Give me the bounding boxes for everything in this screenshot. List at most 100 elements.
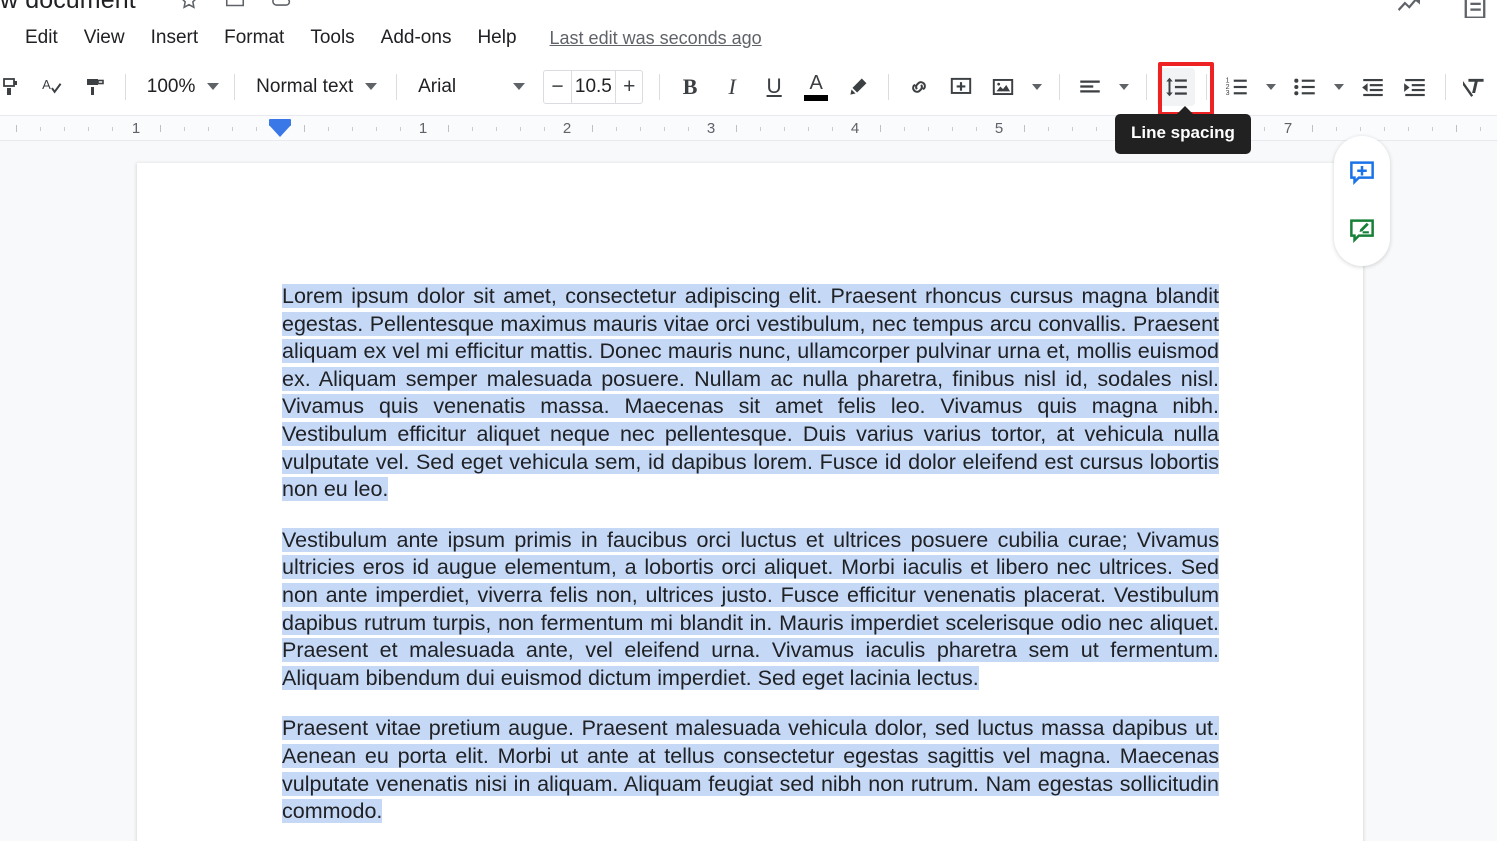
- menu-help[interactable]: Help: [464, 24, 529, 52]
- ruler-number: 4: [850, 120, 860, 137]
- line-spacing-button[interactable]: [1157, 67, 1196, 106]
- star-icon[interactable]: [178, 0, 200, 11]
- spellcheck-icon[interactable]: A: [34, 68, 72, 106]
- ruler-tick: [1048, 127, 1049, 131]
- ruler-tick: [808, 127, 809, 131]
- align-dropdown[interactable]: [1113, 68, 1135, 106]
- ruler-tick: [784, 127, 785, 131]
- ruler-tick: [40, 127, 41, 131]
- italic-label: I: [728, 73, 736, 99]
- bulleted-list-icon[interactable]: [1286, 68, 1324, 106]
- document-title[interactable]: w document: [0, 0, 136, 15]
- ruler-tick: [304, 125, 305, 132]
- ruler-tick: [1072, 127, 1073, 131]
- menu-add-ons[interactable]: Add-ons: [368, 24, 465, 52]
- toolbar-divider: [234, 73, 236, 100]
- horizontal-ruler[interactable]: 1 1 2 3 4 5 7: [0, 116, 1497, 141]
- increase-font-size-button[interactable]: +: [616, 71, 642, 103]
- paragraph-1-text: Lorem ipsum dolor sit amet, consectetur …: [282, 284, 1219, 502]
- paragraph-2[interactable]: Vestibulum ante ipsum primis in faucibus…: [282, 527, 1219, 693]
- ruler-number: 7: [1283, 120, 1293, 137]
- suggest-edit-bubble-icon[interactable]: [1344, 212, 1380, 248]
- ruler-tick: [1456, 125, 1457, 132]
- folder-move-icon[interactable]: [224, 0, 246, 11]
- align-left-icon[interactable]: [1071, 68, 1109, 106]
- font-size-input[interactable]: 10.5: [570, 70, 617, 103]
- ruler-tick: [448, 125, 449, 132]
- decrease-font-size-button[interactable]: −: [544, 71, 570, 103]
- title-icon-group: [178, 0, 292, 11]
- toolbar-divider: [1206, 73, 1208, 100]
- title-bar: w document: [0, 0, 1497, 18]
- toolbar-divider: [1445, 73, 1447, 100]
- toolbar-divider: [1145, 73, 1147, 100]
- zoom-selector[interactable]: 100%: [135, 68, 226, 106]
- underline-label: U: [766, 74, 782, 98]
- text-color-swatch: [804, 94, 829, 101]
- bold-button[interactable]: B: [671, 68, 709, 106]
- ruler-tick: [1312, 125, 1313, 132]
- ruler-number: 3: [706, 120, 716, 137]
- ruler-tick: [1336, 127, 1337, 131]
- clear-formatting-icon[interactable]: [1457, 68, 1495, 106]
- ruler-tick: [112, 127, 113, 131]
- decrease-indent-icon[interactable]: [1354, 68, 1392, 106]
- ruler-tick: [616, 127, 617, 131]
- font-family-selector[interactable]: Arial: [406, 68, 535, 106]
- ruler-number: 1: [131, 120, 141, 137]
- ruler-tick: [472, 127, 473, 131]
- document-page[interactable]: Lorem ipsum dolor sit amet, consectetur …: [137, 163, 1363, 841]
- menu-edit[interactable]: Edit: [12, 24, 71, 52]
- menu-view[interactable]: View: [71, 24, 138, 52]
- font-family-value: Arial: [418, 75, 457, 97]
- last-edit-status[interactable]: Last edit was seconds ago: [550, 28, 762, 49]
- numbered-list-dropdown[interactable]: [1260, 68, 1282, 106]
- highlight-pen-icon[interactable]: [839, 68, 877, 106]
- paragraph-style-selector[interactable]: Normal text: [244, 68, 387, 106]
- top-right-icon-group: [1395, 0, 1489, 18]
- ruler-tick: [544, 127, 545, 131]
- ruler-tick: [1408, 127, 1409, 131]
- ruler-number: 2: [562, 120, 572, 137]
- ruler-tick: [928, 127, 929, 131]
- ruler-tick: [640, 127, 641, 131]
- paint-roller-icon[interactable]: [76, 68, 114, 106]
- ruler-tick: [1096, 127, 1097, 131]
- italic-button[interactable]: I: [713, 68, 751, 106]
- numbered-list-icon[interactable]: 123: [1218, 68, 1256, 106]
- cloud-status-icon[interactable]: [270, 0, 292, 11]
- floating-action-panel: [1334, 136, 1390, 266]
- menu-format[interactable]: Format: [211, 24, 297, 52]
- ruler-tick: [904, 127, 905, 131]
- ruler-tick: [1432, 127, 1433, 131]
- insert-image-dropdown[interactable]: [1026, 68, 1048, 106]
- ruler-number: 5: [994, 120, 1004, 137]
- paragraph-3[interactable]: Praesent vitae pretium augue. Praesent m…: [282, 715, 1219, 825]
- menu-insert[interactable]: Insert: [138, 24, 212, 52]
- bulleted-list-dropdown[interactable]: [1328, 68, 1350, 106]
- ruler-tick: [1480, 127, 1481, 131]
- paragraph-1[interactable]: Lorem ipsum dolor sit amet, consectetur …: [282, 283, 1219, 504]
- trending-chart-icon[interactable]: [1395, 0, 1425, 18]
- paint-format-icon[interactable]: [0, 68, 30, 106]
- ruler-tick: [64, 127, 65, 131]
- ruler-tick: [1264, 127, 1265, 131]
- document-body[interactable]: Lorem ipsum dolor sit amet, consectetur …: [282, 283, 1219, 826]
- menu-tools[interactable]: Tools: [297, 24, 367, 52]
- insert-image-icon[interactable]: [984, 68, 1022, 106]
- ruler-tick: [400, 127, 401, 131]
- chevron-down-icon: [365, 83, 378, 90]
- ruler-number: 1: [418, 120, 428, 137]
- increase-indent-icon[interactable]: [1396, 68, 1434, 106]
- document-outline-icon[interactable]: [1461, 0, 1489, 18]
- paragraph-style-value: Normal text: [256, 75, 354, 97]
- ruler-tick: [1024, 125, 1025, 132]
- ruler-tick: [688, 127, 689, 131]
- add-comment-icon[interactable]: [942, 68, 980, 106]
- text-color-button[interactable]: A: [797, 68, 835, 106]
- underline-button[interactable]: U: [755, 68, 793, 106]
- ruler-tick: [1384, 127, 1385, 131]
- document-canvas[interactable]: Lorem ipsum dolor sit amet, consectetur …: [0, 141, 1497, 841]
- add-comment-bubble-icon[interactable]: [1344, 154, 1380, 190]
- insert-link-icon[interactable]: [900, 68, 938, 106]
